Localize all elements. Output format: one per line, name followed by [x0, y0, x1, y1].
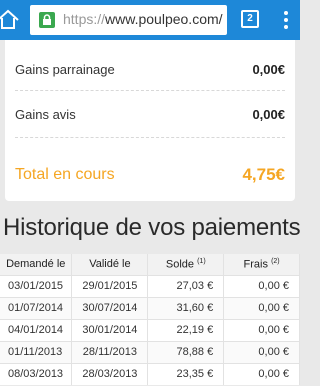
total-label: Total en cours	[15, 166, 115, 183]
cell-requested-date: 04/01/2014	[0, 318, 73, 341]
url-host: www.poulpeo.com/	[105, 11, 223, 27]
table-row: 08/03/2013 28/03/2013 23,35 €0,00 €	[0, 362, 300, 385]
url-scheme: https://	[63, 11, 106, 27]
cell-fees: 0,00 €	[223, 274, 300, 297]
history-title: Historique de vos paiements	[3, 214, 301, 241]
table-row: 04/01/2014 30/01/2014 22,19 €0,00 €	[0, 318, 300, 341]
cell-validated-date: 30/07/2014	[71, 296, 149, 319]
cell-fees: 0,00 €	[223, 296, 300, 319]
cell-requested-date: 01/11/2013	[0, 340, 73, 363]
overflow-menu-icon[interactable]	[282, 9, 290, 31]
cell-requested-date: 01/07/2014	[0, 296, 73, 319]
table-header-row: Demandé le Validé le Solde (1) Frais (2)	[0, 254, 300, 275]
cell-balance: 27,03 €	[147, 274, 225, 297]
browser-toolbar: https://www.poulpeo.com/ 2	[0, 0, 300, 40]
cell-balance: 23,35 €	[147, 362, 225, 385]
home-icon[interactable]	[0, 7, 22, 33]
footnote-marker: (2)	[271, 257, 280, 265]
earnings-summary-card: Gains parrainage 0,00€ Gains avis 0,00€ …	[5, 40, 295, 201]
column-header-requested: Demandé le	[0, 254, 73, 275]
tab-switcher-button[interactable]: 2	[241, 10, 259, 28]
cell-requested-date: 08/03/2013	[0, 362, 73, 385]
summary-label: Gains parrainage	[15, 62, 115, 77]
cell-fees: 0,00 €	[223, 362, 300, 385]
cell-fees: 0,00 €	[223, 340, 300, 363]
cell-balance: 22,19 €	[147, 318, 225, 341]
footnote-marker: (1)	[197, 257, 206, 265]
cell-validated-date: 28/11/2013	[71, 340, 149, 363]
payment-history-table: Demandé le Validé le Solde (1) Frais (2)…	[0, 254, 300, 385]
total-value: 4,75€	[242, 165, 285, 184]
table-row: 01/07/2014 30/07/2014 31,60 €0,00 €	[0, 296, 300, 319]
lock-icon	[39, 12, 55, 28]
column-header-validated: Validé le	[71, 254, 149, 275]
address-bar[interactable]: https://www.poulpeo.com/	[30, 5, 227, 35]
divider	[15, 90, 285, 91]
column-header-fees: Frais (2)	[223, 254, 300, 275]
cell-validated-date: 28/03/2013	[71, 362, 149, 385]
cell-validated-date: 30/01/2014	[71, 318, 149, 341]
cell-validated-date: 29/01/2015	[71, 274, 149, 297]
summary-value: 0,00€	[252, 107, 285, 122]
table-row: 01/11/2013 28/11/2013 78,88 €0,00 €	[0, 340, 300, 363]
column-header-balance: Solde (1)	[147, 254, 225, 275]
summary-label: Gains avis	[15, 107, 76, 122]
summary-value: 0,00€	[252, 62, 285, 77]
cell-balance: 78,88 €	[147, 340, 225, 363]
divider	[15, 137, 285, 138]
cell-requested-date: 03/01/2015	[0, 274, 73, 297]
cell-balance: 31,60 €	[147, 296, 225, 319]
cell-fees: 0,00 €	[223, 318, 300, 341]
table-row: 03/01/2015 29/01/2015 27,03 €0,00 €	[0, 274, 300, 297]
url-text: https://www.poulpeo.com/	[63, 11, 223, 27]
